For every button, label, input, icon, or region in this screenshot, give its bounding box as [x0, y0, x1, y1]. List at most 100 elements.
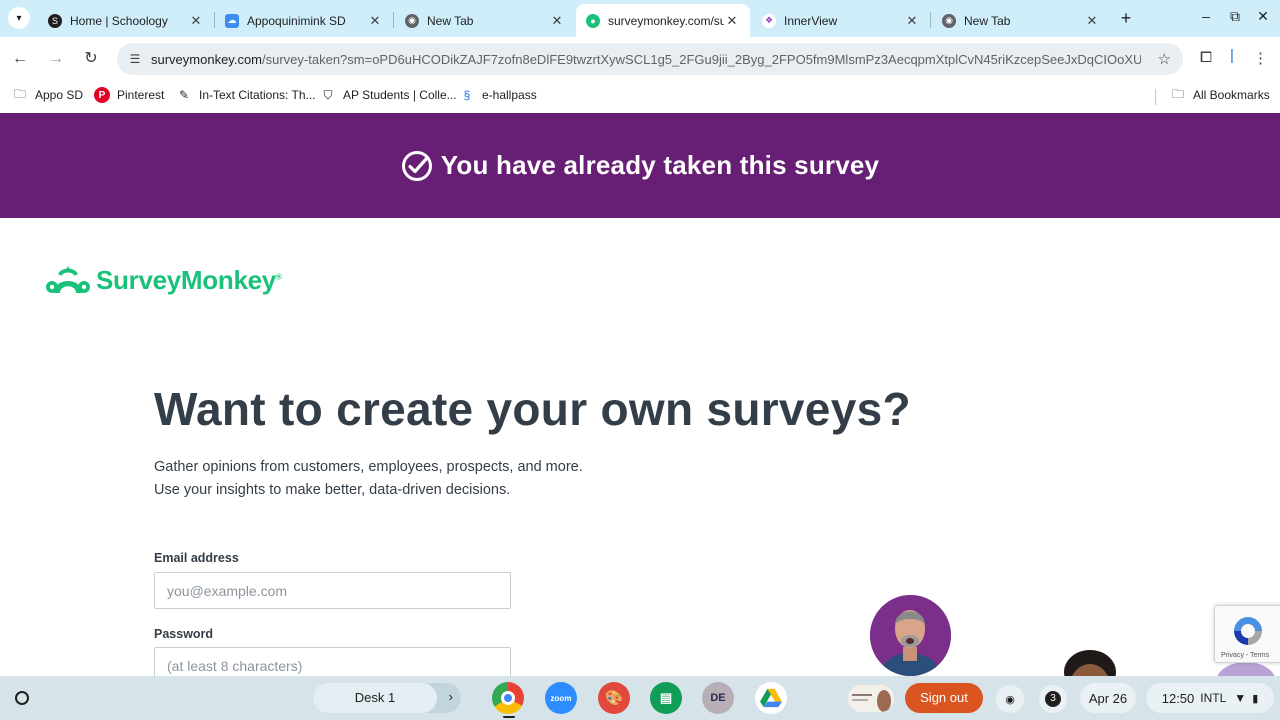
- arrow-right-icon: →: [48, 50, 64, 67]
- survey-taken-banner: You have already taken this survey: [0, 113, 1280, 218]
- desk-label[interactable]: Desk 1: [313, 683, 437, 713]
- record-icon: ◉: [1005, 693, 1015, 706]
- date-text: Apr 26: [1088, 690, 1128, 706]
- url-host: surveymonkey.com: [151, 51, 263, 67]
- tab-title: InnerView: [784, 13, 838, 28]
- zoom-app-icon[interactable]: zoom: [545, 682, 577, 714]
- logo-text: SurveyMonkey: [96, 264, 276, 295]
- all-bookmarks-button[interactable]: 🗀 All Bookmarks: [1170, 87, 1270, 103]
- bookmark-label: In-Text Citations: Th...: [199, 88, 316, 102]
- tab-separator: [393, 12, 394, 28]
- hallpass-icon: §: [463, 88, 471, 102]
- classroom-app-icon[interactable]: ▤: [650, 682, 682, 714]
- tab-title: Appoquinimink SD: [247, 13, 346, 28]
- site-info-icon[interactable]: ☰: [125, 52, 145, 66]
- recaptcha-badge[interactable]: Privacy - Terms: [1214, 605, 1280, 663]
- disney-app-icon[interactable]: DE: [702, 682, 734, 714]
- drive-icon: [760, 688, 782, 708]
- tab-title: New Tab: [964, 13, 1011, 28]
- reload-icon: ↻: [84, 50, 98, 67]
- tab-search-button[interactable]: ▾: [8, 7, 30, 29]
- chrome-app-icon[interactable]: [492, 682, 524, 714]
- pinterest-icon: P: [94, 87, 110, 103]
- bookmark-label: AP Students | Colle...: [343, 88, 457, 102]
- folder-icon: 🗀: [1171, 86, 1184, 101]
- tab-surveymonkey[interactable]: ● surveymonkey.com/su ✕: [576, 4, 750, 37]
- chevron-right-icon[interactable]: ›: [449, 689, 453, 704]
- surveymonkey-icon: ●: [586, 13, 600, 28]
- bookmark-ap-students[interactable]: ⛉ AP Students | Colle...: [320, 87, 457, 103]
- page-subtext: Gather opinions from customers, employee…: [154, 456, 583, 501]
- bookmark-label: Pinterest: [117, 88, 165, 102]
- google-drive-app-icon[interactable]: [755, 682, 787, 714]
- bookmark-pinterest[interactable]: P Pinterest: [94, 87, 164, 103]
- holding-space-thumbnail[interactable]: [848, 685, 894, 712]
- bookmark-e-hallpass[interactable]: § e-hallpass: [459, 87, 537, 103]
- new-tab-button[interactable]: +: [1116, 8, 1136, 28]
- email-label: Email address: [154, 551, 239, 565]
- tab-new-tab-2[interactable]: ◉ New Tab ✕: [932, 4, 1110, 37]
- restore-button[interactable]: ⧉: [1225, 8, 1245, 25]
- back-button[interactable]: ←: [8, 47, 32, 71]
- recaptcha-privacy-terms[interactable]: Privacy - Terms: [1221, 652, 1269, 659]
- launcher-button[interactable]: [8, 684, 36, 712]
- bookmark-appo-sd[interactable]: 🗀 Appo SD: [12, 87, 83, 103]
- recaptcha-icon: [1234, 617, 1262, 645]
- tab-schoology[interactable]: S Home | Schoology ✕: [38, 4, 214, 37]
- tab-title: surveymonkey.com/su: [608, 13, 724, 28]
- person-illustration: [870, 595, 951, 676]
- browser-toolbar: ← → ↻ ☰ surveymonkey.com/survey-taken?sm…: [0, 37, 1280, 81]
- bookmark-star-icon[interactable]: ☆: [1158, 50, 1171, 68]
- active-app-indicator: [503, 716, 515, 718]
- screen-record-button[interactable]: ◉: [996, 685, 1024, 713]
- close-icon[interactable]: ✕: [724, 13, 740, 29]
- status-tray[interactable]: 12:50 INTL ▼ ▮: [1146, 683, 1274, 713]
- wifi-icon: ▼: [1234, 691, 1247, 705]
- person-photo: [870, 595, 951, 676]
- logo-registered-mark: ®: [275, 271, 282, 281]
- bookmark-label: e-hallpass: [482, 88, 537, 102]
- url-text[interactable]: surveymonkey.com/survey-taken?sm=oPD6uHC…: [151, 52, 1141, 67]
- folder-icon: 🗀: [13, 86, 26, 101]
- tab-new-tab[interactable]: ◉ New Tab ✕: [395, 4, 575, 37]
- tab-title: Home | Schoology: [70, 13, 168, 28]
- tab-innerview[interactable]: ❖ InnerView ✕: [752, 4, 930, 37]
- close-icon[interactable]: ✕: [1084, 13, 1100, 29]
- page-headline: Want to create your own surveys?: [154, 383, 911, 435]
- menu-kebab-icon[interactable]: ⋮: [1253, 49, 1268, 67]
- battery-icon: ▮: [1252, 692, 1259, 705]
- email-field[interactable]: [154, 572, 511, 609]
- reload-button[interactable]: ↻: [79, 47, 103, 71]
- forward-button[interactable]: →: [44, 47, 68, 71]
- minimize-icon: –: [1202, 8, 1210, 24]
- tab-separator: [930, 12, 931, 28]
- bookmark-label: All Bookmarks: [1193, 88, 1270, 102]
- close-icon[interactable]: ✕: [904, 13, 920, 29]
- bookmark-in-text-citations[interactable]: ✎ In-Text Citations: Th...: [176, 87, 316, 103]
- paint-app-icon[interactable]: 🎨: [598, 682, 630, 714]
- close-icon[interactable]: ✕: [367, 13, 383, 29]
- subtext-line-2: Use your insights to make better, data-d…: [154, 481, 511, 498]
- cloud-icon: ☁: [225, 13, 239, 28]
- arrow-left-icon: ←: [12, 50, 28, 67]
- tab-strip: ▾ S Home | Schoology ✕ ☁ Appoquinimink S…: [0, 0, 1280, 37]
- minimize-button[interactable]: –: [1196, 8, 1216, 24]
- close-icon[interactable]: ✕: [549, 13, 565, 29]
- address-bar[interactable]: ☰ surveymonkey.com/survey-taken?sm=oPD6u…: [117, 43, 1183, 75]
- logo-wordmark: SurveyMonkey®: [96, 265, 282, 296]
- sign-out-button[interactable]: Sign out: [905, 683, 983, 713]
- tab-appoquinimink[interactable]: ☁ Appoquinimink SD ✕: [215, 4, 393, 37]
- close-icon[interactable]: ✕: [188, 13, 204, 29]
- bookmarks-divider: [1155, 89, 1156, 105]
- extensions-icon[interactable]: ⧠: [1200, 49, 1212, 66]
- subtext-line-1: Gather opinions from customers, employee…: [154, 459, 583, 475]
- password-label: Password: [154, 627, 214, 641]
- date-tray[interactable]: Apr 26: [1080, 683, 1136, 713]
- close-window-button[interactable]: ✕: [1253, 8, 1273, 25]
- surveymonkey-logo[interactable]: SurveyMonkey®: [44, 263, 282, 297]
- input-method-text: INTL: [1200, 691, 1227, 705]
- ap-icon: ⛉: [323, 87, 333, 102]
- notification-counter[interactable]: 3: [1039, 685, 1067, 713]
- desk-switcher[interactable]: Desk 1 ›: [313, 683, 461, 713]
- os-shelf: Desk 1 › zoom 🎨 ▤ DE Sign out ◉ 3 Apr 26…: [0, 676, 1280, 720]
